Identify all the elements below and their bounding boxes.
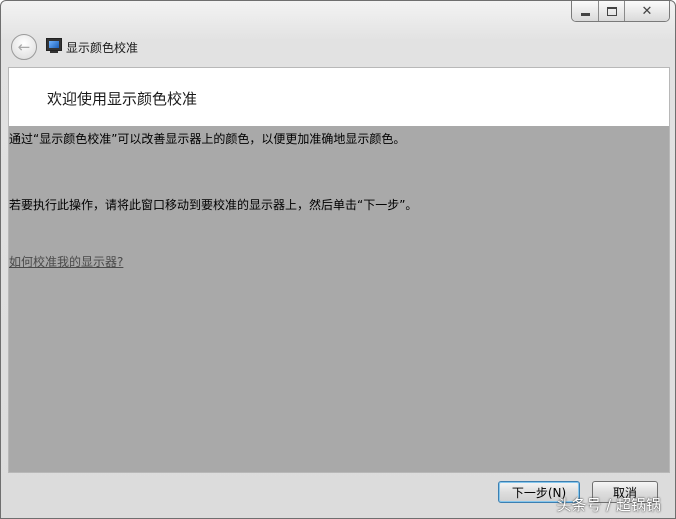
- monitor-icon: [46, 38, 62, 51]
- wizard-header: ← 显示颜色校准: [9, 33, 667, 61]
- welcome-area: 欢迎使用显示颜色校准: [9, 68, 669, 126]
- instructions-area: 通过“显示颜色校准”可以改善显示器上的颜色，以便更加准确地显示颜色。 若要执行此…: [9, 126, 669, 472]
- instruction-text: 若要执行此操作，请将此窗口移动到要校准的显示器上，然后单击“下一步”。: [9, 198, 418, 212]
- maximize-icon: [606, 6, 617, 16]
- minimize-button[interactable]: [572, 1, 599, 21]
- maximize-button[interactable]: [599, 1, 625, 21]
- help-link[interactable]: 如何校准我的显示器?: [9, 253, 123, 270]
- page-title: 欢迎使用显示颜色校准: [47, 90, 198, 108]
- intro-text: 通过“显示颜色校准”可以改善显示器上的颜色，以便更加准确地显示颜色。: [9, 132, 406, 146]
- caption-buttons: ✕: [571, 1, 670, 22]
- calibration-window: ✕ ← 显示颜色校准 欢迎使用显示颜色校准 通过“显示颜色校准”可以改善显示器上…: [0, 0, 676, 519]
- close-button[interactable]: ✕: [625, 1, 669, 21]
- back-arrow-icon: ←: [17, 38, 31, 56]
- wizard-content: 欢迎使用显示颜色校准 通过“显示颜色校准”可以改善显示器上的颜色，以便更加准确地…: [8, 67, 670, 473]
- window-title: 显示颜色校准: [66, 41, 139, 55]
- close-icon: ✕: [641, 3, 653, 19]
- monitor-stand-icon: [50, 51, 58, 53]
- minimize-icon: [580, 12, 590, 16]
- watermark: 头条号 / 超锅锅: [556, 496, 661, 514]
- back-button[interactable]: ←: [11, 34, 37, 60]
- wizard-footer: 下一步(N) 取消 头条号 / 超锅锅: [1, 472, 675, 518]
